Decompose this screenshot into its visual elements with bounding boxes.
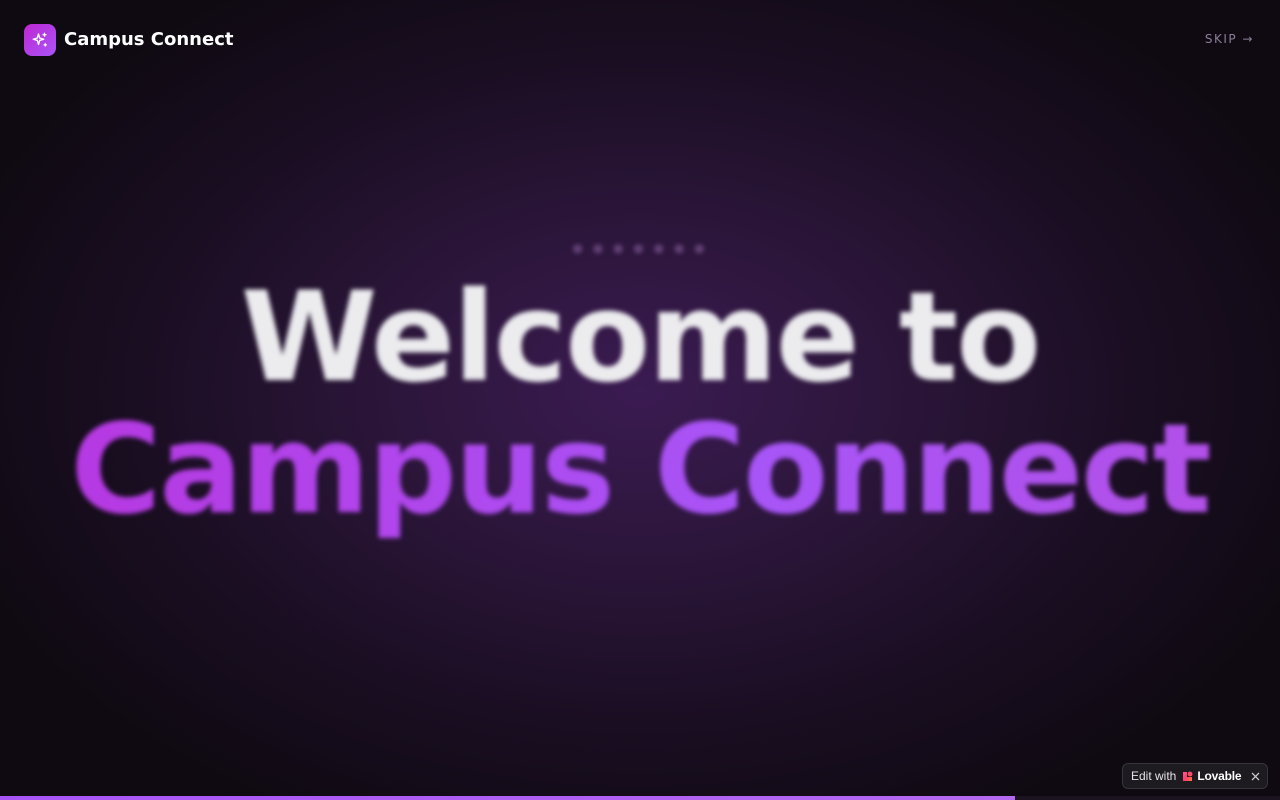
progress-bar [0, 796, 1280, 800]
edit-with-label: Edit with [1131, 769, 1177, 783]
lovable-brand: Lovable [1197, 769, 1242, 783]
edit-with-lovable-badge[interactable]: Edit with Lovable [1122, 763, 1268, 789]
welcome-title: Welcome to [240, 266, 1042, 410]
welcome-title-brand: Campus Connect [0, 400, 1280, 540]
welcome-hero: ● ● ● ● ● ● ● Welcome to Campus Connect [0, 0, 1280, 800]
progress-bar-fill [0, 796, 1016, 800]
close-icon[interactable] [1251, 772, 1260, 781]
lovable-heart-icon [1182, 771, 1194, 782]
step-indicator: ● ● ● ● ● ● ● [572, 241, 708, 255]
